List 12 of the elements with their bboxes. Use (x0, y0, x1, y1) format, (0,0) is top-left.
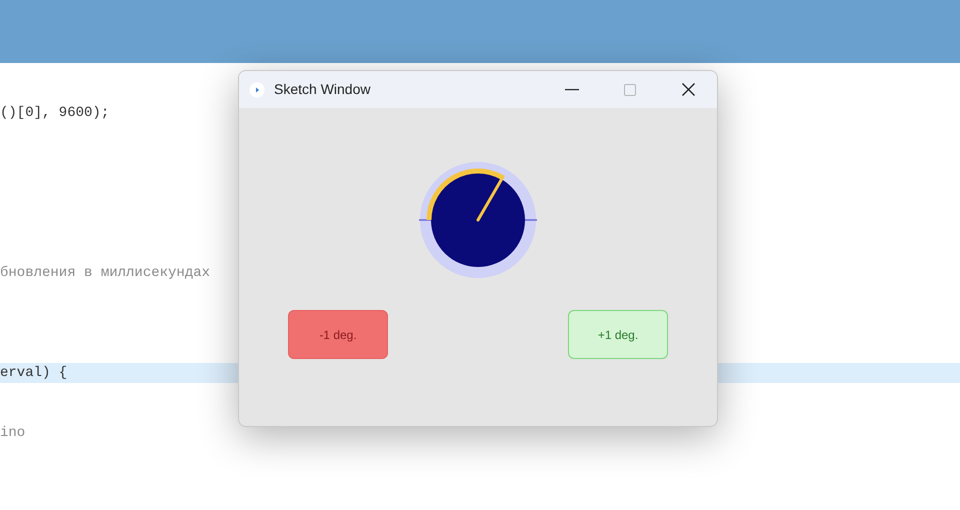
dial-drawing[interactable] (418, 160, 538, 280)
minimize-icon (565, 88, 579, 90)
code-comment: ino (0, 424, 26, 442)
decrease-button[interactable]: -1 deg. (288, 310, 388, 359)
code-comment: бновления в миллисекундах (0, 264, 210, 282)
window-title: Sketch Window (274, 80, 370, 99)
code-line: ()[0], 9600); (0, 104, 110, 122)
code-line: erval) { (0, 364, 68, 382)
close-icon (682, 83, 694, 96)
app-icon (249, 82, 265, 98)
increase-button[interactable]: +1 deg. (568, 310, 668, 359)
maximize-icon (624, 84, 636, 96)
